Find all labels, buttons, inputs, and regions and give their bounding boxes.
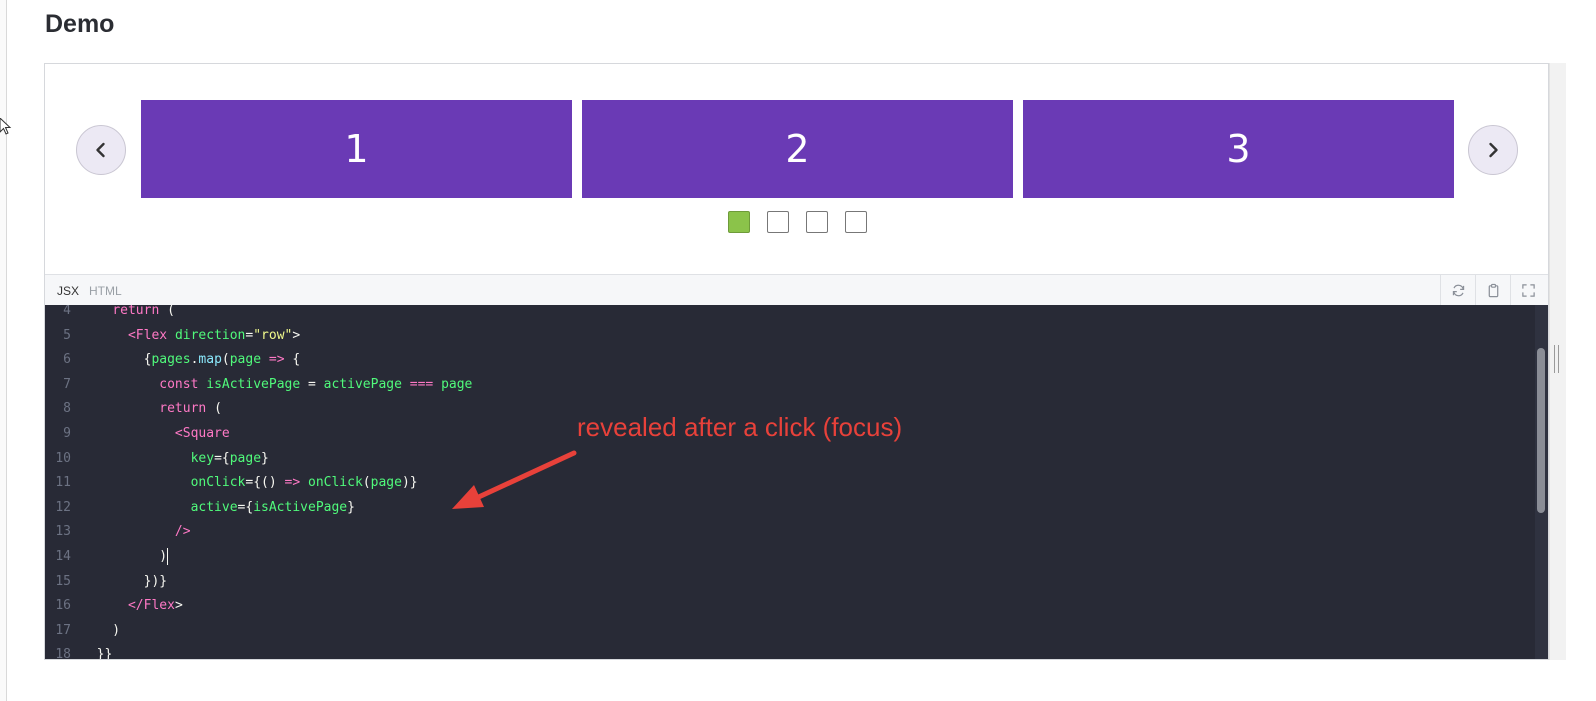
code-text: return ( [112,305,175,318]
text-caret [167,547,169,565]
code-line: 16 </Flex> [45,594,1535,619]
code-line: 5 <Flex direction="row"> [45,324,1535,349]
code-line: 4 return ( [45,305,1535,324]
page-dot-4[interactable] [845,211,867,233]
line-number: 15 [55,573,71,589]
mouse-cursor-icon [0,118,12,135]
code-text: ) [81,548,168,564]
code-line: 12 active={isActivePage} [45,496,1535,521]
code-text: })} [81,573,168,589]
carousel-slide-1: 1 [141,100,572,198]
code-text: /> [174,524,191,540]
page-dot-2[interactable] [767,211,789,233]
line-number: 5 [63,327,71,343]
code-lines: 4 return (5 <Flex direction="row"> 6 {pag… [45,305,1535,659]
line-number: 11 [55,475,71,491]
code-editor[interactable]: 4 return (5 <Flex direction="row"> 6 {pag… [45,305,1548,659]
code-line: 13 /> [45,520,1535,545]
code-line: 11 onClick={() => onClick(page)} [45,471,1535,496]
code-text: </Flex> [127,598,183,614]
code-toolbar: JSX HTML [45,274,1548,305]
carousel-next-button[interactable] [1468,125,1518,175]
carousel-slide-2: 2 [582,100,1013,198]
tab-html[interactable]: HTML [89,283,122,299]
left-edge-strip [0,0,7,701]
section-title: Demo [45,10,115,38]
line-number: 14 [55,548,71,564]
expand-icon [1522,283,1535,297]
line-number: 6 [63,352,71,368]
code-text: return ( [159,401,222,417]
annotation-arrow-icon [452,450,577,509]
code-line: 14 ) [45,545,1535,570]
code-text: active={isActivePage} [190,499,355,515]
code-text: const isActivePage = activePage === page [159,376,473,392]
code-text: ) [81,622,121,638]
annotation-label: revealed after a click (focus) [577,412,903,442]
scrollbar-grip-icon[interactable] [1552,345,1562,377]
clipboard-icon [1488,283,1499,297]
line-number: 16 [55,598,71,614]
fullscreen-button[interactable] [1510,275,1546,305]
code-line: 18 }} [45,643,1535,659]
code-line: 7 const isActivePage = activePage === pa… [45,373,1535,398]
copy-button[interactable] [1475,275,1511,305]
line-number: 7 [63,376,71,392]
code-text: key={page} [190,450,269,466]
code-text: <Flex direction="row"> [127,327,301,343]
line-number: 10 [55,450,71,466]
carousel-slide-3: 3 [1023,100,1454,198]
chevron-right-icon [1489,142,1498,158]
code-scrollbar-thumb[interactable] [1537,348,1545,513]
line-number: 12 [55,499,71,515]
line-number: 18 [55,647,71,659]
tab-jsx[interactable]: JSX [57,283,79,299]
line-number: 17 [55,622,71,638]
line-number: 4 [63,305,71,318]
code-text: {pages.map(page => { [81,352,301,368]
code-line: 10 key={page} [45,447,1535,472]
code-line: 15 })} [45,570,1535,595]
code-text: }} [81,647,113,659]
chevron-left-icon [96,142,105,158]
refresh-button[interactable] [1440,275,1476,305]
refresh-icon [1452,284,1465,296]
line-number: 9 [63,425,71,441]
code-line: 17 ) [45,619,1535,644]
code-line: 6 {pages.map(page => { [45,348,1535,373]
code-text: <Square [174,425,230,441]
page-dot-1[interactable] [728,211,750,233]
line-number: 13 [55,524,71,540]
line-number: 8 [63,401,71,417]
code-text: onClick={() => onClick(page)} [190,475,418,491]
carousel-prev-button[interactable] [76,125,126,175]
page-dot-3[interactable] [806,211,828,233]
